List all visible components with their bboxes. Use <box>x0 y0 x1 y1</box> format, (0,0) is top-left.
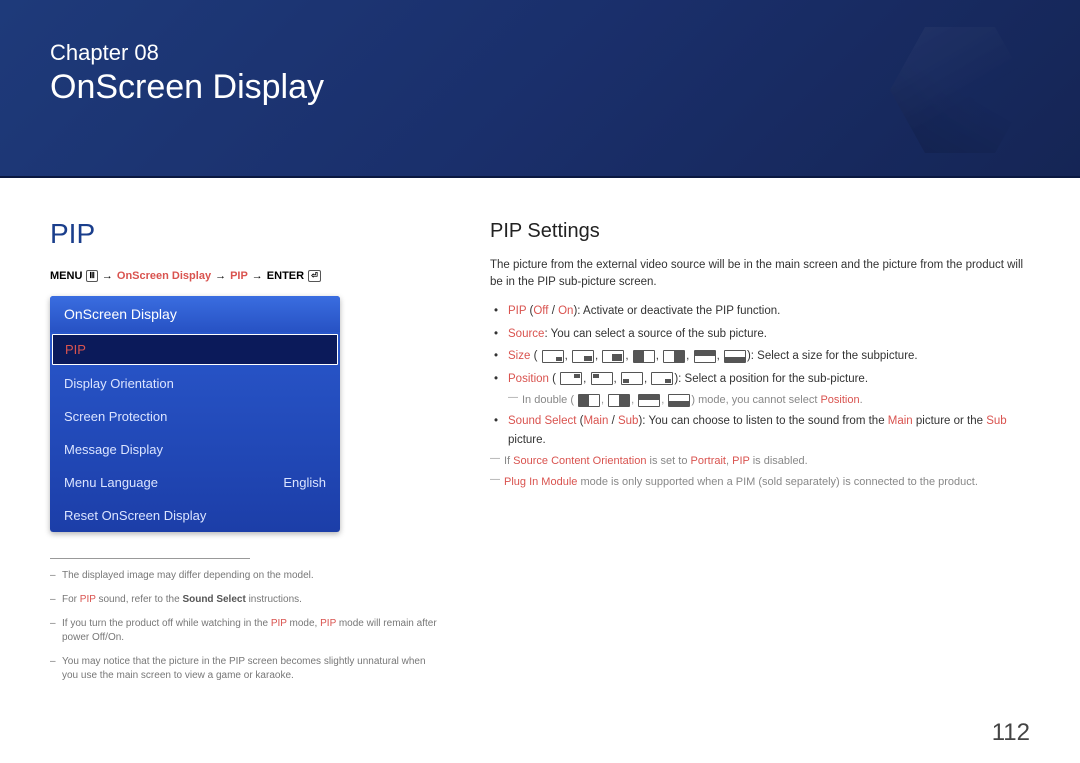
osd-item-reset[interactable]: Reset OnScreen Display <box>50 499 340 532</box>
position-icon <box>560 372 582 385</box>
breadcrumb-menu: MENU <box>50 270 82 282</box>
page-content: PIP MENU Ⅲ → OnScreen Display → PIP → EN… <box>0 178 1080 693</box>
position-icon <box>621 372 643 385</box>
osd-item-pip[interactable]: PIP <box>52 334 338 365</box>
osd-panel-title: OnScreen Display <box>50 296 340 332</box>
position-icon <box>591 372 613 385</box>
size-icon <box>608 394 630 407</box>
left-column: PIP MENU Ⅲ → OnScreen Display → PIP → EN… <box>50 218 440 693</box>
settings-heading: PIP Settings <box>490 220 1030 243</box>
osd-item-display-orientation[interactable]: Display Orientation <box>50 367 340 400</box>
breadcrumb-path-2: PIP <box>230 270 248 282</box>
size-icon <box>633 350 655 363</box>
breadcrumb-enter: ENTER <box>267 270 304 282</box>
osd-item-label: Screen Protection <box>64 409 167 424</box>
menu-icon: Ⅲ <box>86 270 98 282</box>
size-icon <box>542 350 564 363</box>
chapter-label: Chapter 08 <box>50 40 1030 66</box>
osd-item-label: Reset OnScreen Display <box>64 508 206 523</box>
settings-intro: The picture from the external video sour… <box>490 257 1030 290</box>
footnote-divider <box>50 558 250 559</box>
size-icon <box>602 350 624 363</box>
breadcrumb-path-1: OnScreen Display <box>117 270 211 282</box>
chapter-title: OnScreen Display <box>50 68 1030 107</box>
settings-list: PIP (Off / On): Activate or deactivate t… <box>490 302 1030 388</box>
size-icon <box>668 394 690 407</box>
setting-sound-select: Sound Select (Main / Sub): You can choos… <box>508 412 1030 449</box>
breadcrumb: MENU Ⅲ → OnScreen Display → PIP → ENTER … <box>50 270 440 282</box>
osd-item-value: English <box>283 475 326 490</box>
note-double-mode: In double ( , , , ) mode, you cannot sel… <box>508 392 1030 409</box>
footnotes: The displayed image may differ depending… <box>50 569 440 683</box>
size-icon <box>663 350 685 363</box>
footnote-1: The displayed image may differ depending… <box>50 569 440 583</box>
note-orientation: If Source Content Orientation is set to … <box>490 453 1030 470</box>
size-icon <box>572 350 594 363</box>
note-plugin-module: Plug In Module mode is only supported wh… <box>490 474 1030 491</box>
osd-item-label: Display Orientation <box>64 376 174 391</box>
osd-item-menu-language[interactable]: Menu Language English <box>50 466 340 499</box>
osd-item-label: Message Display <box>64 442 163 457</box>
osd-menu-panel: OnScreen Display PIP Display Orientation… <box>50 296 340 532</box>
size-icon <box>724 350 746 363</box>
osd-item-screen-protection[interactable]: Screen Protection <box>50 400 340 433</box>
page-number: 112 <box>992 719 1030 747</box>
enter-icon: ⏎ <box>308 270 321 282</box>
setting-pip: PIP (Off / On): Activate or deactivate t… <box>508 302 1030 320</box>
footnote-3: If you turn the product off while watchi… <box>50 617 440 645</box>
section-heading-pip: PIP <box>50 218 440 250</box>
arrow-icon: → <box>215 270 226 282</box>
footnote-2: For PIP sound, refer to the Sound Select… <box>50 593 440 607</box>
chapter-header: Chapter 08 OnScreen Display <box>0 0 1080 178</box>
position-icon <box>651 372 673 385</box>
setting-size: Size ( , , , , , , ): Select a size for … <box>508 347 1030 365</box>
footnote-4: You may notice that the picture in the P… <box>50 655 440 683</box>
size-icon <box>694 350 716 363</box>
setting-position: Position ( , , , ): Select a position fo… <box>508 370 1030 388</box>
osd-item-message-display[interactable]: Message Display <box>50 433 340 466</box>
right-column: PIP Settings The picture from the extern… <box>490 218 1030 693</box>
size-icon <box>578 394 600 407</box>
arrow-icon: → <box>102 270 113 282</box>
arrow-icon: → <box>252 270 263 282</box>
size-icon <box>638 394 660 407</box>
osd-item-label: PIP <box>65 342 86 357</box>
setting-source: Source: You can select a source of the s… <box>508 325 1030 343</box>
osd-item-label: Menu Language <box>64 475 158 490</box>
settings-list-2: Sound Select (Main / Sub): You can choos… <box>490 412 1030 449</box>
